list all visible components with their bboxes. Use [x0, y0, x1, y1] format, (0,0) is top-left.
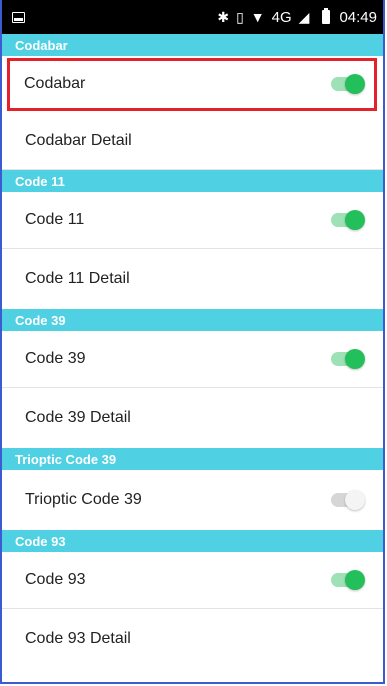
setting-row-code93-detail[interactable]: Code 93 Detail — [2, 609, 383, 669]
setting-label: Code 93 Detail — [25, 630, 131, 647]
vibrate-icon: ▯ — [236, 9, 244, 25]
setting-row-codabar[interactable]: Codabar — [7, 58, 377, 111]
setting-row-code39-detail[interactable]: Code 39 Detail — [2, 388, 383, 448]
setting-row-trioptic-code39[interactable]: Trioptic Code 39 — [2, 470, 383, 530]
setting-row-code11[interactable]: Code 11 — [2, 192, 383, 249]
setting-label: Code 39 Detail — [25, 409, 131, 426]
codabar-toggle[interactable] — [331, 74, 365, 94]
notification-icon — [12, 11, 25, 23]
wifi-icon: ▼ — [250, 9, 265, 25]
signal-icon: ◢ — [298, 9, 310, 25]
screen: ✱ ▯ ▼ 4G ◢ 04:49 Codabar Codabar Codabar… — [0, 0, 385, 684]
network-type: 4G — [271, 8, 292, 26]
setting-label: Trioptic Code 39 — [25, 491, 142, 508]
section-header-codabar: Codabar — [2, 34, 383, 56]
trioptic-code39-toggle[interactable] — [331, 490, 365, 510]
clock: 04:49 — [339, 8, 377, 26]
setting-label: Code 11 — [25, 211, 85, 228]
setting-row-codabar-detail[interactable]: Codabar Detail — [2, 113, 383, 170]
bluetooth-icon: ✱ — [217, 9, 230, 25]
section-header-trioptic-code39: Trioptic Code 39 — [2, 448, 383, 470]
toggle-thumb — [345, 349, 365, 369]
code93-toggle[interactable] — [331, 570, 365, 590]
setting-label: Code 11 Detail — [25, 270, 130, 287]
status-bar: ✱ ▯ ▼ 4G ◢ 04:49 — [2, 0, 383, 34]
setting-label: Code 93 — [25, 571, 86, 588]
setting-row-code93[interactable]: Code 93 — [2, 552, 383, 609]
toggle-thumb — [345, 570, 365, 590]
section-header-code93: Code 93 — [2, 530, 383, 552]
toggle-thumb — [345, 210, 365, 230]
setting-label: Codabar — [24, 75, 86, 92]
toggle-thumb — [345, 74, 365, 94]
setting-row-code39[interactable]: Code 39 — [2, 331, 383, 388]
code11-toggle[interactable] — [331, 210, 365, 230]
setting-label: Code 39 — [25, 350, 86, 367]
battery-icon — [322, 8, 331, 24]
code39-toggle[interactable] — [331, 349, 365, 369]
section-header-code11: Code 11 — [2, 170, 383, 192]
toggle-thumb — [345, 490, 365, 510]
setting-row-code11-detail[interactable]: Code 11 Detail — [2, 249, 383, 309]
setting-label: Codabar Detail — [25, 132, 132, 149]
section-header-code39: Code 39 — [2, 309, 383, 331]
